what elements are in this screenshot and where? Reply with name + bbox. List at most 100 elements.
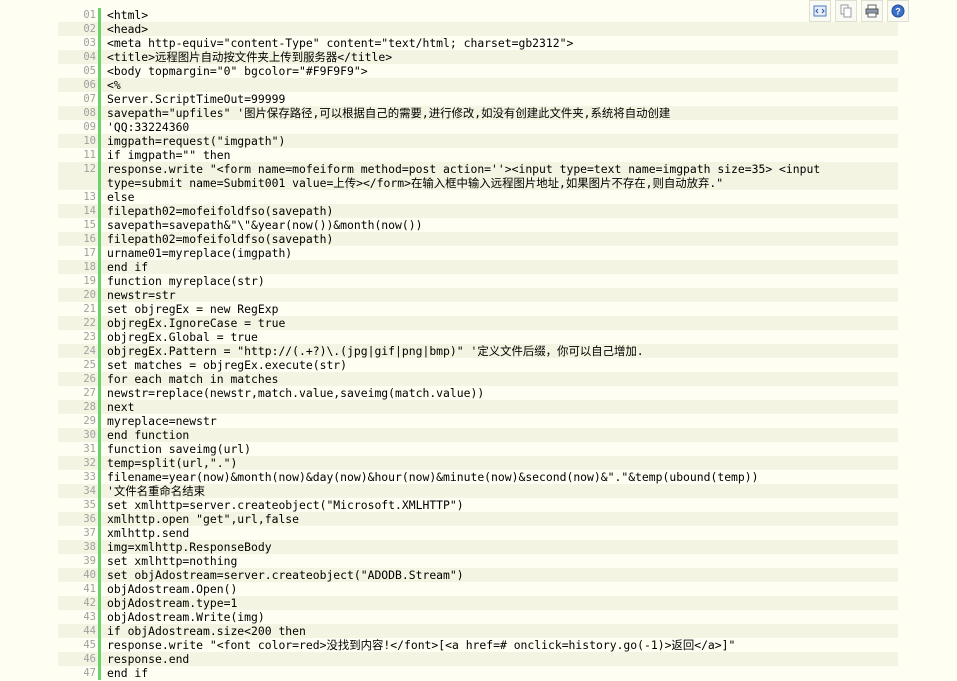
line-number: 27 bbox=[83, 387, 96, 399]
gutter-bar bbox=[98, 638, 101, 652]
code-line: 12 response.write "<form name=mofeiform m… bbox=[58, 162, 898, 190]
code-text: set matches = objregEx.execute(str) bbox=[107, 358, 348, 372]
gutter-bar bbox=[98, 484, 101, 498]
code-line: 31 function saveimg(url) bbox=[58, 442, 898, 456]
line-number: 10 bbox=[83, 135, 96, 147]
gutter-bar bbox=[98, 666, 101, 680]
code-text: next bbox=[107, 400, 135, 414]
gutter-bar bbox=[98, 162, 101, 190]
code-text: <html> bbox=[107, 8, 149, 22]
gutter-bar bbox=[98, 316, 101, 330]
code-line: 14 filepath02=mofeifoldfso(savepath) bbox=[58, 204, 898, 218]
line-number: 15 bbox=[83, 219, 96, 231]
gutter-bar bbox=[98, 386, 101, 400]
gutter-bar bbox=[98, 442, 101, 456]
gutter-bar bbox=[98, 540, 101, 554]
code-line: 11 if imgpath="" then bbox=[58, 148, 898, 162]
code-text: <% bbox=[107, 78, 121, 92]
code-text: end function bbox=[107, 428, 190, 442]
code-line: 27 newstr=replace(newstr,match.value,save… bbox=[58, 386, 898, 400]
code-line: 45 response.write "<font color=red>没找到内容!… bbox=[58, 638, 898, 652]
line-number: 19 bbox=[83, 275, 96, 287]
code-line: 32 temp=split(url,".") bbox=[58, 456, 898, 470]
code-text: Server.ScriptTimeOut=99999 bbox=[107, 92, 286, 106]
gutter-bar bbox=[98, 232, 101, 246]
gutter-bar bbox=[98, 50, 101, 64]
code-line: 19 function myreplace(str) bbox=[58, 274, 898, 288]
line-number: 22 bbox=[83, 317, 96, 329]
gutter-bar bbox=[98, 358, 101, 372]
line-number: 08 bbox=[83, 107, 96, 119]
code-text: function myreplace(str) bbox=[107, 274, 265, 288]
gutter-bar bbox=[98, 596, 101, 610]
line-number: 18 bbox=[83, 261, 96, 273]
code-text: savepath="upfiles" '图片保存路径,可以根据自己的需要,进行修… bbox=[107, 106, 671, 120]
gutter-bar bbox=[98, 526, 101, 540]
gutter-bar bbox=[98, 288, 101, 302]
code-text: for each match in matches bbox=[107, 372, 279, 386]
code-text: function saveimg(url) bbox=[107, 442, 252, 456]
gutter-bar bbox=[98, 204, 101, 218]
code-line: 05 <body topmargin="0" bgcolor="#F9F9F9"> bbox=[58, 64, 898, 78]
code-line: 18 end if bbox=[58, 260, 898, 274]
gutter-bar bbox=[98, 344, 101, 358]
code-text: savepath=savepath&"\"&year(now())&month(… bbox=[107, 218, 423, 232]
gutter-bar bbox=[98, 260, 101, 274]
line-number: 01 bbox=[83, 9, 96, 21]
code-text: objregEx.Pattern = "http://(.+?)\.(jpg|g… bbox=[107, 344, 644, 358]
code-text: response.write "<font color=red>没找到内容!</… bbox=[107, 638, 736, 652]
code-line: 13 else bbox=[58, 190, 898, 204]
gutter-bar bbox=[98, 218, 101, 232]
line-number: 35 bbox=[83, 499, 96, 511]
code-text: objAdostream.Open() bbox=[107, 582, 238, 596]
line-number: 03 bbox=[83, 37, 96, 49]
line-number: 36 bbox=[83, 513, 96, 525]
code-text: response.write "<form name=mofeiform met… bbox=[107, 162, 828, 190]
code-line: 26 for each match in matches bbox=[58, 372, 898, 386]
code-line: 04 <title>远程图片自动按文件夹上传到服务器</title> bbox=[58, 50, 898, 64]
code-line: 25 set matches = objregEx.execute(str) bbox=[58, 358, 898, 372]
line-number: 26 bbox=[83, 373, 96, 385]
code-text: urname01=myreplace(imgpath) bbox=[107, 246, 293, 260]
code-line: 43 objAdostream.Write(img) bbox=[58, 610, 898, 624]
gutter-bar bbox=[98, 78, 101, 92]
line-number: 11 bbox=[83, 149, 96, 161]
gutter-bar bbox=[98, 330, 101, 344]
code-text: filepath02=mofeifoldfso(savepath) bbox=[107, 232, 334, 246]
gutter-bar bbox=[98, 148, 101, 162]
line-number: 32 bbox=[83, 457, 96, 469]
gutter-bar bbox=[98, 64, 101, 78]
gutter-bar bbox=[98, 652, 101, 666]
line-number: 29 bbox=[83, 415, 96, 427]
line-number: 07 bbox=[83, 93, 96, 105]
line-number: 12 bbox=[83, 163, 96, 175]
code-text: set objregEx = new RegExp bbox=[107, 302, 279, 316]
gutter-bar bbox=[98, 274, 101, 288]
line-number: 16 bbox=[83, 233, 96, 245]
gutter-bar bbox=[98, 554, 101, 568]
line-number: 44 bbox=[83, 625, 96, 637]
code-line: 37 xmlhttp.send bbox=[58, 526, 898, 540]
line-number: 23 bbox=[83, 331, 96, 343]
line-number: 43 bbox=[83, 611, 96, 623]
code-text: filepath02=mofeifoldfso(savepath) bbox=[107, 204, 334, 218]
code-text: img=xmlhttp.ResponseBody bbox=[107, 540, 272, 554]
line-number: 45 bbox=[83, 639, 96, 651]
code-text: else bbox=[107, 190, 135, 204]
code-text: filename=year(now)&month(now)&day(now)&h… bbox=[107, 470, 759, 484]
code-line: 23 objregEx.Global = true bbox=[58, 330, 898, 344]
code-line: 24 objregEx.Pattern = "http://(.+?)\.(jpg… bbox=[58, 344, 898, 358]
code-line: 29 myreplace=newstr bbox=[58, 414, 898, 428]
gutter-bar bbox=[98, 624, 101, 638]
line-number: 21 bbox=[83, 303, 96, 315]
gutter-bar bbox=[98, 610, 101, 624]
code-line: 47 end if bbox=[58, 666, 898, 680]
code-line: 06 <% bbox=[58, 78, 898, 92]
code-line: 08 savepath="upfiles" '图片保存路径,可以根据自己的需要,进… bbox=[58, 106, 898, 120]
code-line: 15 savepath=savepath&"\"&year(now())&mont… bbox=[58, 218, 898, 232]
code-text: if imgpath="" then bbox=[107, 148, 231, 162]
line-number: 06 bbox=[83, 79, 96, 91]
line-number: 02 bbox=[83, 23, 96, 35]
code-text: newstr=replace(newstr,match.value,saveim… bbox=[107, 386, 485, 400]
line-number: 42 bbox=[83, 597, 96, 609]
